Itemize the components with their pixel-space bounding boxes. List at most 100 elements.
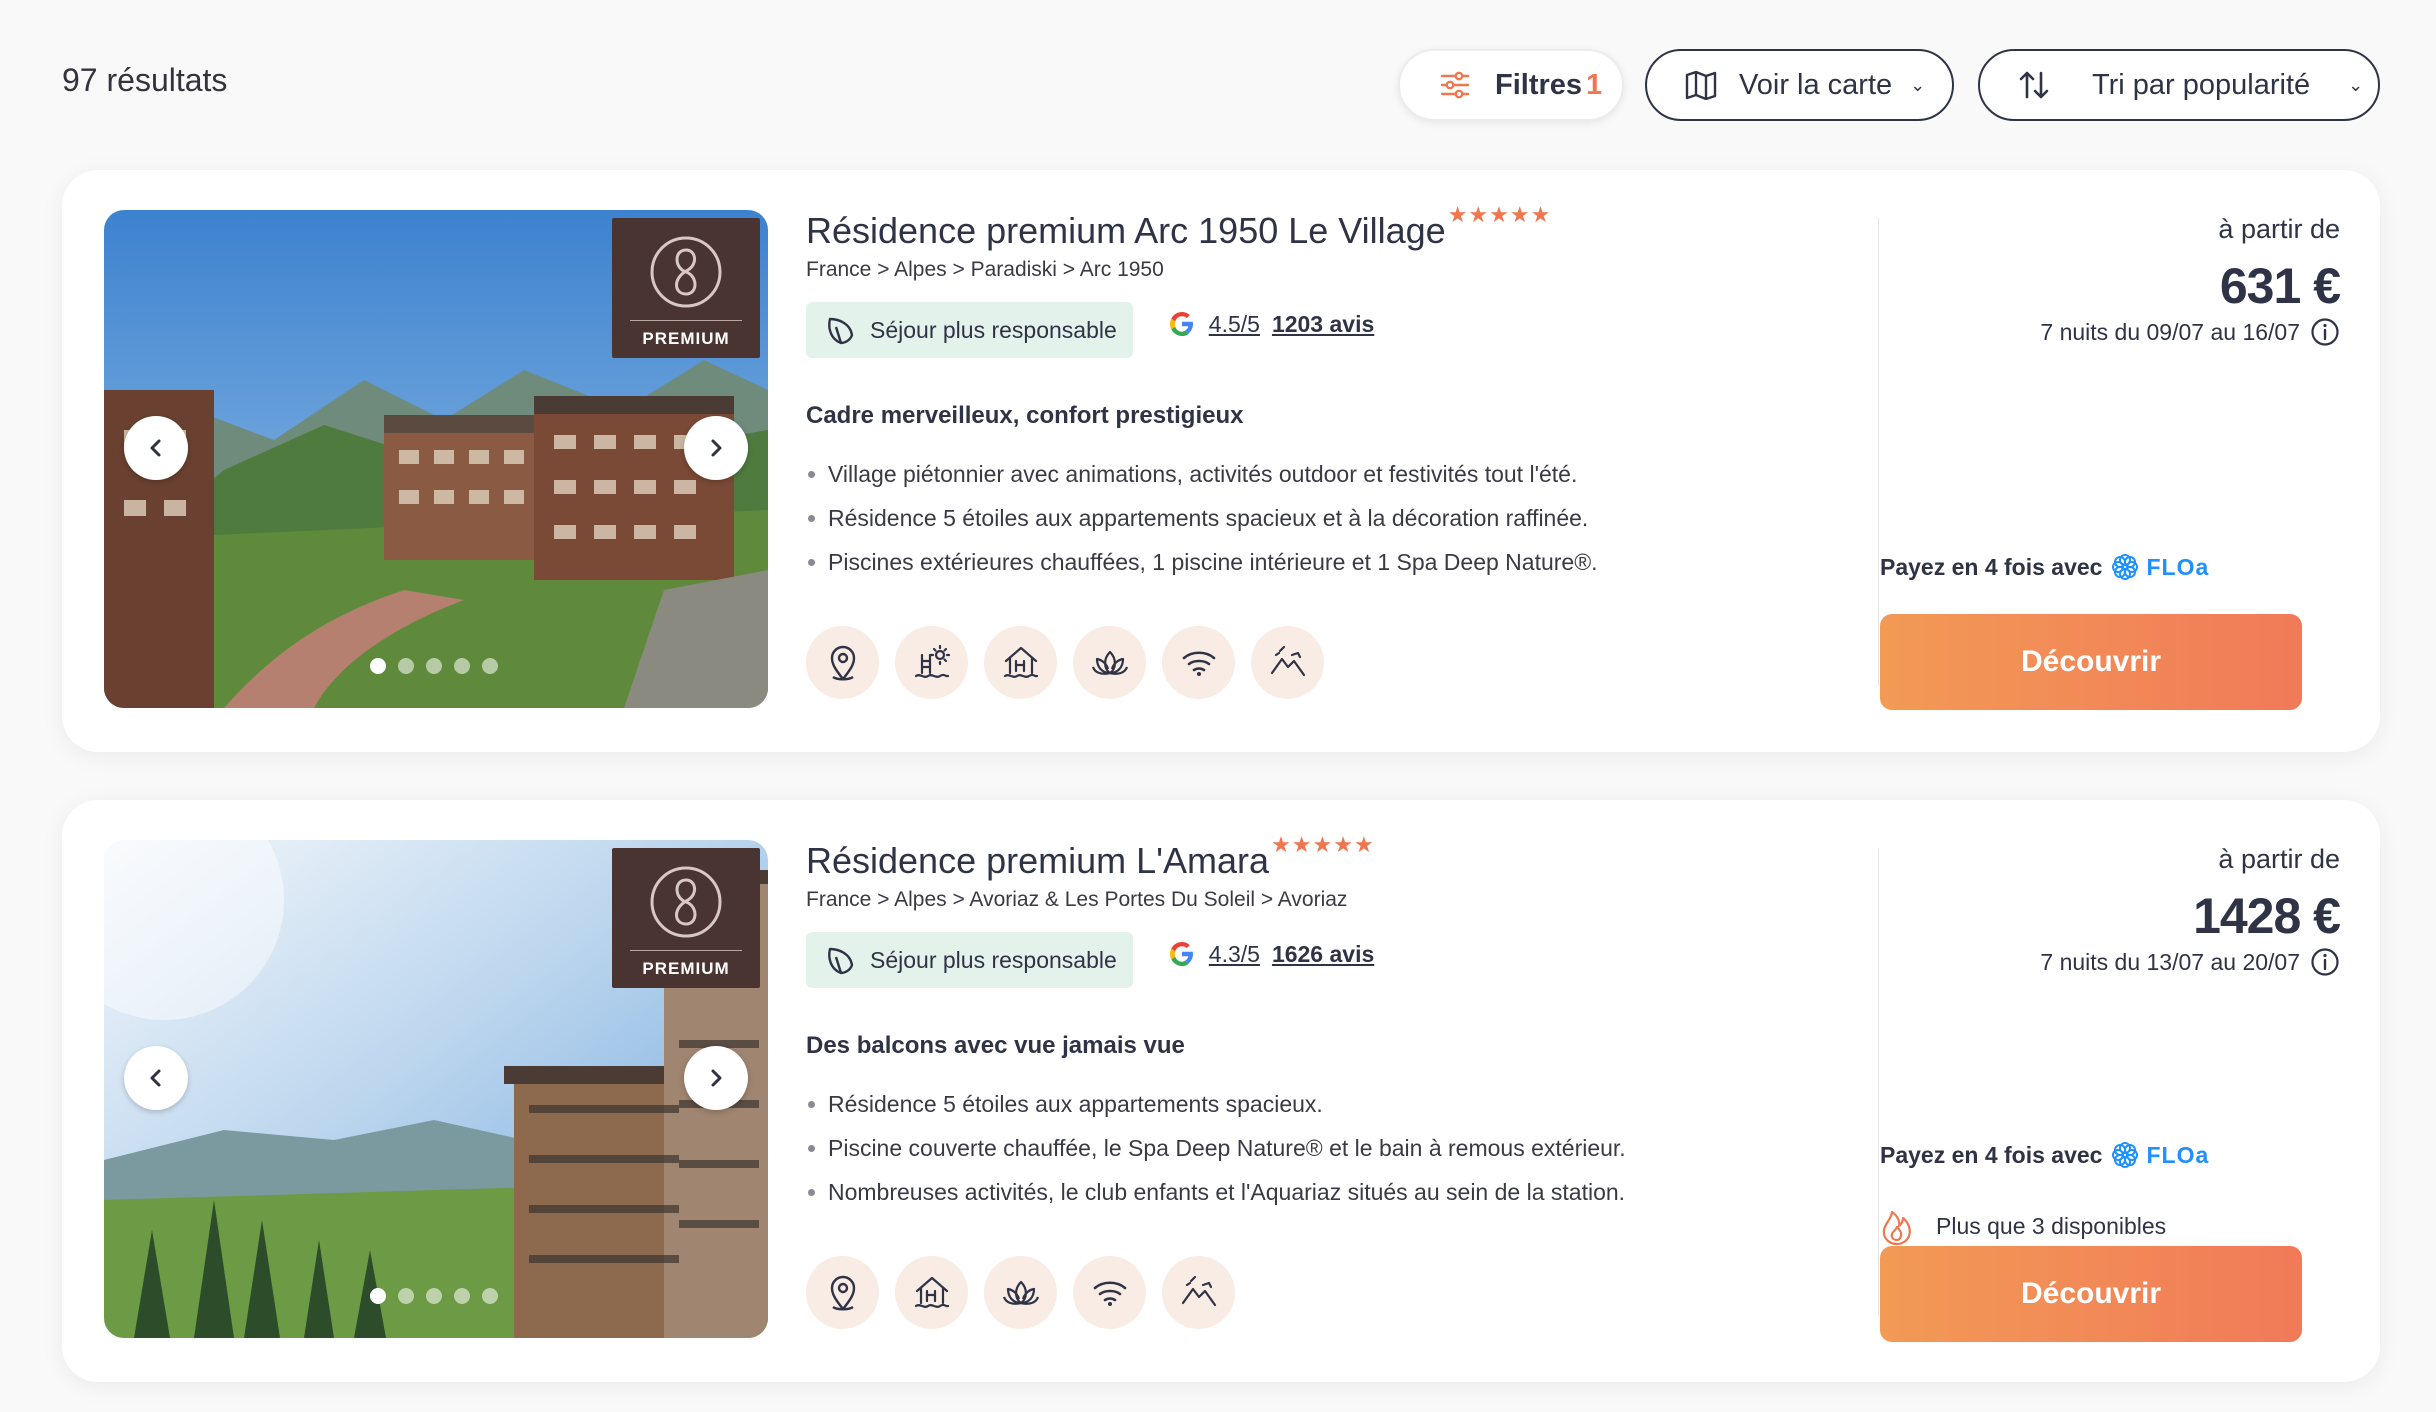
carousel-dot[interactable] <box>398 1288 414 1304</box>
installment-info: Payez en 4 fois avec FLOa <box>1880 552 2209 582</box>
carousel-dot[interactable] <box>398 658 414 674</box>
highlight-item: Village piétonnier avec animations, acti… <box>806 452 1806 496</box>
floa-logo: FLOa <box>2110 1140 2209 1170</box>
carousel-dot[interactable] <box>454 658 470 674</box>
google-rating[interactable]: 4.5/5 1203 avis <box>1167 309 1374 339</box>
premium-badge-label: PREMIUM <box>642 959 730 978</box>
chevron-down-icon: ⌄ <box>1910 74 1926 95</box>
carousel-prev-button[interactable] <box>124 416 188 480</box>
carousel-dots <box>370 1288 498 1304</box>
carousel-dot[interactable] <box>482 1288 498 1304</box>
stay-dates-label: 7 nuits du 09/07 au 16/07 <box>2040 318 2300 345</box>
availability-label: Plus que 3 disponibles <box>1936 1212 2167 1239</box>
residence-photo-carousel[interactable]: PREMIUM <box>104 840 768 1338</box>
results-toolbar: 97 résultats Filtres 1 Voir la carte ⌄ T… <box>0 0 2436 160</box>
sort-select[interactable]: Tri par popularité ⌄ <box>1978 49 2380 121</box>
residence-info: Résidence premium L'Amara ★★★★★ France >… <box>806 832 1806 1329</box>
map-button[interactable]: Voir la carte ⌄ <box>1645 49 1954 121</box>
carousel-next-button[interactable] <box>684 416 748 480</box>
location-breadcrumb: France > Alpes > Paradiski > Arc 1950 <box>806 258 1164 281</box>
residence-photo-carousel[interactable]: PREMIUM <box>104 210 768 708</box>
premium-badge-label: PREMIUM <box>642 329 730 348</box>
floa-logo: FLOa <box>2110 552 2209 582</box>
card-divider <box>1878 218 1879 686</box>
filters-label: Filtres <box>1495 68 1583 101</box>
stay-dates: 7 nuits du 13/07 au 20/07 <box>1880 947 2340 977</box>
map-icon <box>1683 67 1719 103</box>
house-pool-icon[interactable] <box>895 1256 968 1329</box>
brand-logo-icon <box>650 866 722 938</box>
google-icon <box>1169 942 1193 966</box>
carousel-next-button[interactable] <box>684 1046 748 1110</box>
floa-brand: FLOa <box>2146 553 2210 580</box>
rating-score: 4.3/5 <box>1208 940 1260 967</box>
amenities-list <box>806 626 1806 699</box>
price-panel: à partir de 1428 € 7 nuits du 13/07 au 2… <box>1880 844 2341 1342</box>
residence-title[interactable]: Résidence premium Arc 1950 Le Village <box>806 208 1446 254</box>
stay-dates-label: 7 nuits du 13/07 au 20/07 <box>2040 948 2300 975</box>
leaf-icon <box>828 947 854 975</box>
discover-button[interactable]: Découvrir <box>1880 614 2302 710</box>
price-from-label: à partir de <box>2218 844 2340 874</box>
residence-title[interactable]: Résidence premium L'Amara <box>806 838 1269 884</box>
house-pool-icon[interactable] <box>984 626 1057 699</box>
card-divider <box>1878 848 1879 1316</box>
chevron-left-icon <box>150 1069 161 1087</box>
review-count: 1626 avis <box>1271 940 1375 967</box>
location-breadcrumb: France > Alpes > Avoriaz & Les Portes Du… <box>806 888 1348 911</box>
star-rating: ★★★★★ <box>1447 202 1552 227</box>
wifi-icon[interactable] <box>1073 1256 1146 1329</box>
eco-label-text: Séjour plus responsable <box>870 946 1117 973</box>
installment-label: Payez en 4 fois avec <box>1880 553 2103 580</box>
chevron-right-icon <box>711 439 722 457</box>
sort-label: Tri par popularité <box>2092 68 2311 101</box>
residence-subtitle: Des balcons avec vue jamais vue <box>806 1032 1185 1059</box>
results-count: 97 résultats <box>62 62 228 98</box>
google-rating[interactable]: 4.3/5 1626 avis <box>1167 939 1374 969</box>
installment-label: Payez en 4 fois avec <box>1880 1141 2103 1168</box>
chevron-down-icon: ⌄ <box>2348 74 2364 95</box>
eco-label-text: Séjour plus responsable <box>870 316 1117 343</box>
carousel-dot[interactable] <box>370 658 386 674</box>
info-icon[interactable] <box>2310 317 2340 347</box>
highlights-list: Résidence 5 étoiles aux appartements spa… <box>806 1082 1806 1214</box>
chevron-left-icon <box>150 439 161 457</box>
price-value: 631 € <box>2219 258 2341 314</box>
carousel-dot[interactable] <box>454 1288 470 1304</box>
wifi-icon[interactable] <box>1162 626 1235 699</box>
carousel-prev-button[interactable] <box>124 1046 188 1110</box>
eco-label-badge: Séjour plus responsable <box>806 932 1133 988</box>
lotus-spa-icon[interactable] <box>984 1256 1057 1329</box>
highlight-item: Résidence 5 étoiles aux appartements spa… <box>806 496 1806 540</box>
pool-sun-icon[interactable] <box>895 626 968 699</box>
price-value: 1428 € <box>2193 888 2341 944</box>
filters-button[interactable]: Filtres 1 <box>1398 49 1624 121</box>
flame-icon <box>1882 1210 1911 1246</box>
floa-brand: FLOa <box>2146 1141 2210 1168</box>
info-icon[interactable] <box>2310 947 2340 977</box>
location-pin-icon[interactable] <box>806 1256 879 1329</box>
installment-info: Payez en 4 fois avec FLOa <box>1880 1140 2209 1170</box>
carousel-dots <box>370 658 498 674</box>
highlight-item: Résidence 5 étoiles aux appartements spa… <box>806 1082 1806 1126</box>
residence-info: Résidence premium Arc 1950 Le Village ★★… <box>806 202 1806 699</box>
amenities-list <box>806 1256 1806 1329</box>
residence-card[interactable]: PREMIUM Résidence premium Arc 1950 Le Vi… <box>62 170 2380 752</box>
residence-card[interactable]: PREMIUM Résidence premium L'Amara ★★★★★ … <box>62 800 2380 1382</box>
discover-button[interactable]: Découvrir <box>1880 1246 2302 1342</box>
star-rating: ★★★★★ <box>1271 832 1375 857</box>
premium-badge: PREMIUM <box>612 218 760 358</box>
hiking-icon[interactable] <box>1162 1256 1235 1329</box>
leaf-icon <box>828 317 854 345</box>
carousel-dot[interactable] <box>426 658 442 674</box>
brand-logo-icon <box>650 236 722 308</box>
availability-notice: Plus que 3 disponibles <box>1880 1206 2166 1246</box>
sliders-icon <box>1437 67 1473 103</box>
carousel-dot[interactable] <box>426 1288 442 1304</box>
carousel-dot[interactable] <box>370 1288 386 1304</box>
lotus-spa-icon[interactable] <box>1073 626 1146 699</box>
sort-arrows-icon <box>2016 67 2052 103</box>
hiking-icon[interactable] <box>1251 626 1324 699</box>
carousel-dot[interactable] <box>482 658 498 674</box>
location-pin-icon[interactable] <box>806 626 879 699</box>
